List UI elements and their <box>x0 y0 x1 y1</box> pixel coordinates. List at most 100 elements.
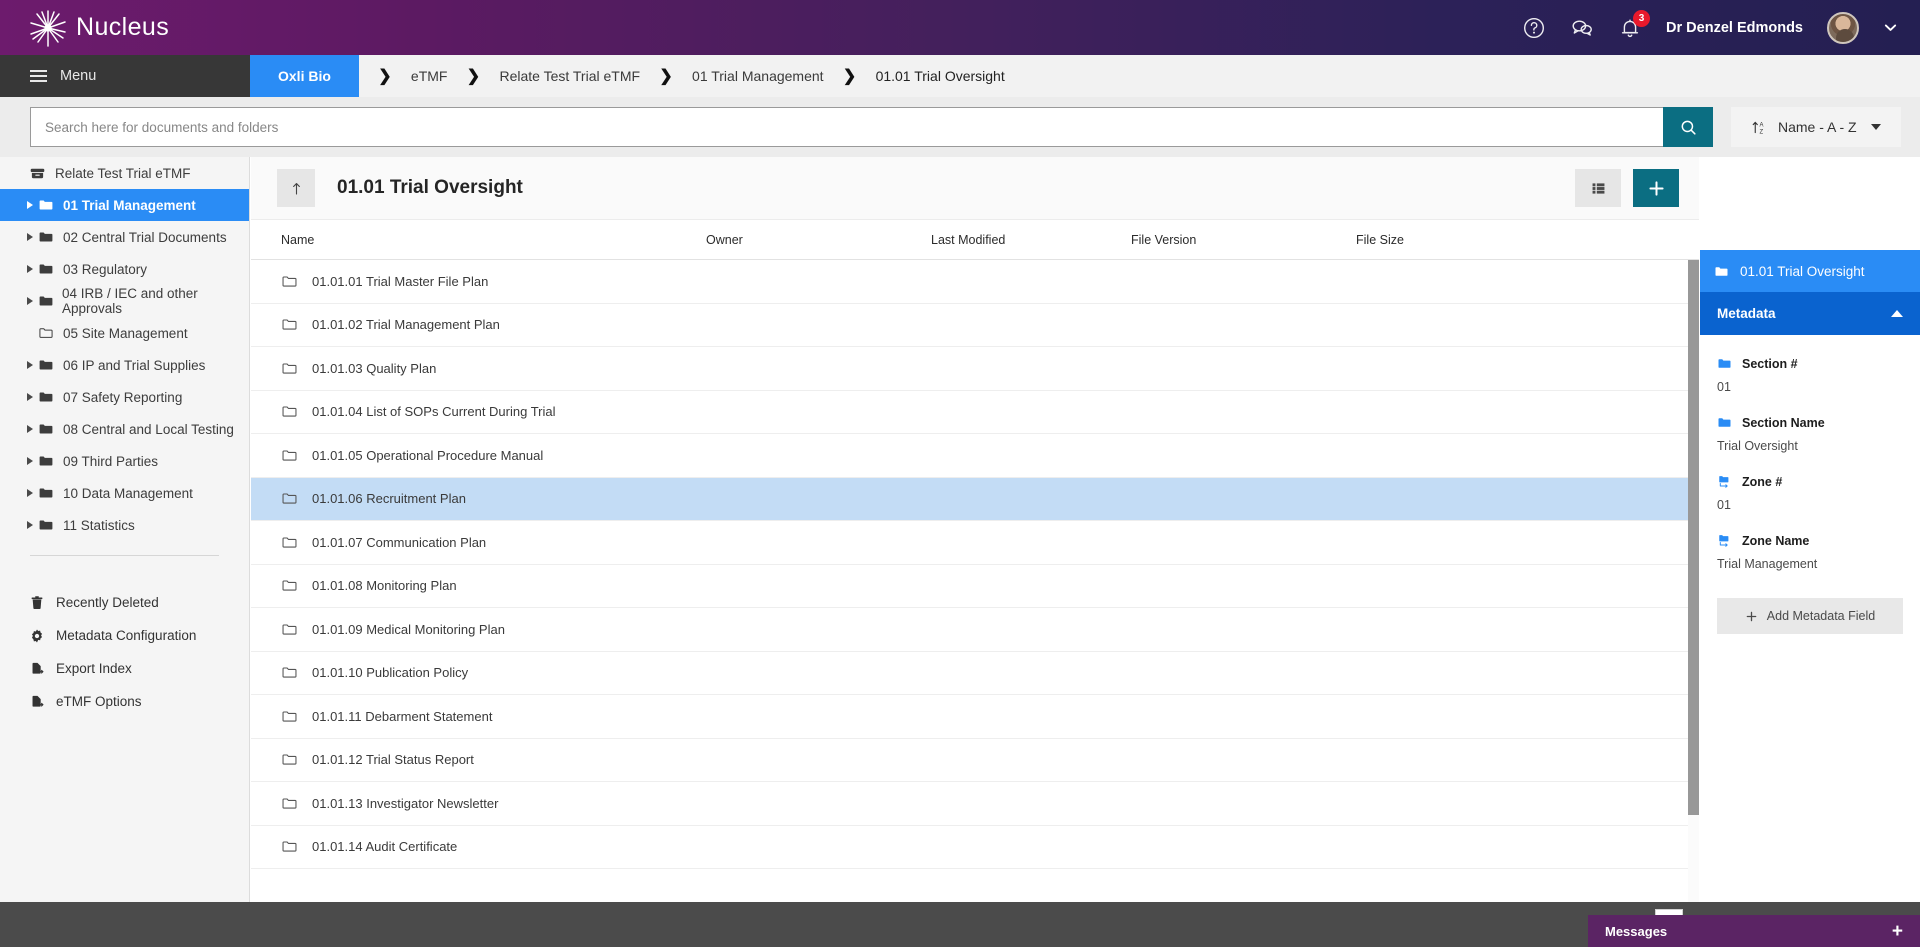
add-button[interactable] <box>1633 169 1679 207</box>
sidebar-link-2[interactable]: Metadata Configuration <box>0 619 249 652</box>
menu-label: Menu <box>60 68 97 84</box>
sidebar-root-item[interactable]: Relate Test Trial eTMF <box>0 157 249 189</box>
table-row[interactable]: 01.01.02 Trial Management Plan <box>251 304 1699 347</box>
folder-icon <box>38 453 56 469</box>
expand-arrow-icon[interactable] <box>22 457 38 465</box>
sidebar-item-11[interactable]: 11 Statistics <box>0 509 249 541</box>
help-circle-icon[interactable] <box>1522 16 1546 40</box>
sidebar-link-1[interactable]: Recently Deleted <box>0 586 249 619</box>
row-name-cell: 01.01.14 Audit Certificate <box>251 838 706 855</box>
sidebar-item-4[interactable]: 04 IRB / IEC and other Approvals <box>0 285 249 317</box>
metadata-field-4: Zone Name Trial Management <box>1700 533 1920 572</box>
sidebar-item-2[interactable]: 02 Central Trial Documents <box>0 221 249 253</box>
table-row[interactable]: 01.01.08 Monitoring Plan <box>251 565 1699 608</box>
column-header-version[interactable]: File Version <box>1131 233 1356 247</box>
notifications[interactable]: 3 <box>1618 9 1651 40</box>
folder-outline-icon <box>282 580 297 591</box>
expand-arrow-icon[interactable] <box>22 393 38 401</box>
sidebar-link-label: Recently Deleted <box>56 595 159 610</box>
column-header-modified[interactable]: Last Modified <box>931 233 1131 247</box>
chevron-down-icon <box>1870 124 1881 130</box>
plus-icon[interactable]: + <box>1892 922 1903 941</box>
expand-arrow-icon[interactable] <box>22 233 38 241</box>
table-row[interactable]: 01.01.06 Recruitment Plan <box>251 477 1699 521</box>
breadcrumb-item-4[interactable]: 01.01 Trial Oversight <box>876 55 1005 97</box>
breadcrumb-item-2[interactable]: Relate Test Trial eTMF <box>499 55 640 97</box>
user-name[interactable]: Dr Denzel Edmonds <box>1666 20 1803 36</box>
folder-icon <box>39 200 53 210</box>
messages-bar[interactable]: Messages + <box>1588 915 1920 947</box>
scrollbar-thumb[interactable] <box>1688 260 1699 815</box>
logo[interactable]: Nucleus <box>28 8 169 48</box>
folder-icon <box>39 520 53 530</box>
sidebar-link-3[interactable]: Export Index <box>0 652 249 685</box>
row-name-label: 01.01.07 Communication Plan <box>312 534 487 550</box>
metadata-field-label: Zone Name <box>1717 533 1903 548</box>
metadata-panel-title[interactable]: 01.01 Trial Oversight <box>1700 250 1920 292</box>
list-view-button[interactable] <box>1575 169 1621 207</box>
chat-bubbles-icon[interactable] <box>1570 16 1594 40</box>
table-row[interactable]: 01.01.13 Investigator Newsletter <box>251 782 1699 826</box>
metadata-field-value[interactable]: Trial Management <box>1717 557 1903 571</box>
sidebar-item-7[interactable]: 07 Safety Reporting <box>0 381 249 413</box>
chevron-right-icon: ❯ <box>378 68 392 85</box>
metadata-section-toggle[interactable]: Metadata <box>1700 292 1920 335</box>
table-row[interactable]: 01.01.03 Quality Plan <box>251 347 1699 391</box>
sidebar-link-label: Export Index <box>56 661 132 676</box>
breadcrumb-home[interactable]: Oxli Bio <box>250 55 359 97</box>
table-row[interactable]: 01.01.04 List of SOPs Current During Tri… <box>251 391 1699 434</box>
expand-arrow-icon[interactable] <box>22 521 38 529</box>
column-header-name[interactable]: Name <box>251 233 706 247</box>
breadcrumb-item-3[interactable]: 01 Trial Management <box>692 55 824 97</box>
table-row[interactable]: 01.01.01 Trial Master File Plan <box>251 260 1699 304</box>
sidebar-item-3[interactable]: 03 Regulatory <box>0 253 249 285</box>
sidebar-item-1[interactable]: 01 Trial Management <box>0 189 249 221</box>
column-header-owner[interactable]: Owner <box>706 233 931 247</box>
breadcrumb-item-1[interactable]: eTMF <box>411 55 448 97</box>
expand-arrow-icon[interactable] <box>22 265 38 273</box>
search-icon <box>1681 120 1696 135</box>
expand-arrow-icon[interactable] <box>22 201 38 209</box>
expand-arrow-icon[interactable] <box>22 425 38 433</box>
sidebar-item-9[interactable]: 09 Third Parties <box>0 445 249 477</box>
chevron-down-icon[interactable] <box>1883 20 1898 35</box>
table-row[interactable]: 01.01.12 Trial Status Report <box>251 739 1699 782</box>
folder-icon <box>38 293 55 309</box>
folder-icon <box>1718 418 1731 427</box>
expand-arrow-icon[interactable] <box>22 489 38 497</box>
expand-arrow-icon[interactable] <box>22 361 38 369</box>
go-up-button[interactable] <box>277 169 315 207</box>
table-row[interactable]: 01.01.09 Medical Monitoring Plan <box>251 608 1699 652</box>
file-list-scrollbar[interactable] <box>1688 260 1699 902</box>
sidebar-item-8[interactable]: 08 Central and Local Testing <box>0 413 249 445</box>
sort-dropdown[interactable]: A Z Name - A - Z <box>1731 107 1901 147</box>
metadata-field-value[interactable]: 01 <box>1717 380 1903 394</box>
sidebar-link-4[interactable]: eTMF Options <box>0 685 249 718</box>
table-row[interactable]: 01.01.11 Debarment Statement <box>251 695 1699 739</box>
folder-outline-icon <box>282 624 297 635</box>
table-row[interactable]: 01.01.14 Audit Certificate <box>251 826 1699 869</box>
folder-move-icon <box>1719 535 1729 547</box>
file-export-icon <box>32 695 44 707</box>
expand-arrow-icon[interactable] <box>22 297 38 305</box>
menu-button[interactable]: Menu <box>0 55 250 97</box>
sidebar-item-6[interactable]: 06 IP and Trial Supplies <box>0 349 249 381</box>
row-name-label: 01.01.01 Trial Master File Plan <box>312 273 489 289</box>
column-header-size[interactable]: File Size <box>1356 233 1556 247</box>
search-button[interactable] <box>1663 107 1713 147</box>
add-metadata-field-button[interactable]: Add Metadata Field <box>1717 598 1903 634</box>
folder-icon <box>39 424 53 434</box>
table-row[interactable]: 01.01.07 Communication Plan <box>251 521 1699 565</box>
row-name-label: 01.01.12 Trial Status Report <box>312 752 474 768</box>
sidebar-item-5[interactable]: 05 Site Management <box>0 317 249 349</box>
sidebar-item-10[interactable]: 10 Data Management <box>0 477 249 509</box>
avatar[interactable] <box>1827 11 1859 44</box>
main-header: 01.01 Trial Oversight <box>251 157 1699 220</box>
table-row[interactable]: 01.01.05 Operational Procedure Manual <box>251 434 1699 478</box>
table-row[interactable]: 01.01.10 Publication Policy <box>251 652 1699 695</box>
metadata-field-value[interactable]: 01 <box>1717 498 1903 512</box>
metadata-field-value[interactable]: Trial Oversight <box>1717 439 1903 453</box>
row-name-label: 01.01.14 Audit Certificate <box>312 839 458 855</box>
folder-icon <box>38 197 56 213</box>
search-input[interactable] <box>30 107 1663 147</box>
